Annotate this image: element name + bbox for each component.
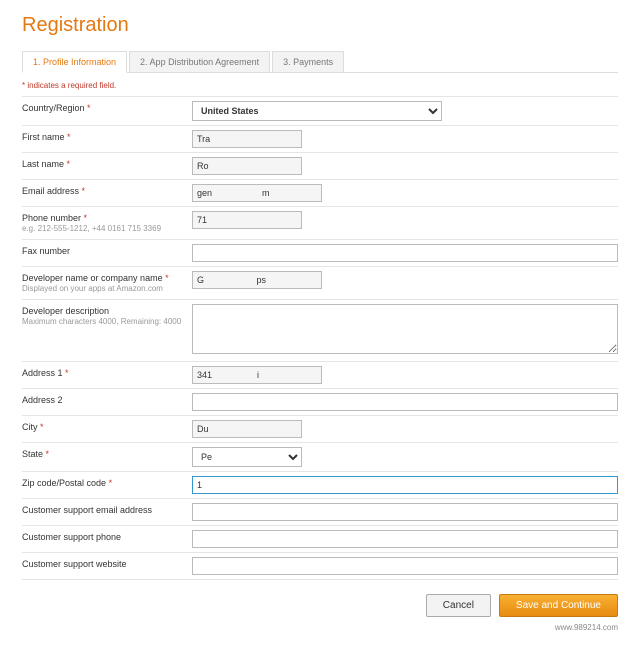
row-country: Country/Region * United States (22, 96, 618, 125)
row-dev-desc: Developer description Maximum characters… (22, 299, 618, 361)
phone-hint: e.g. 212-555-1212, +44 0161 715 3369 (22, 224, 184, 233)
row-address2: Address 2 (22, 388, 618, 415)
address1-input[interactable] (192, 366, 322, 384)
fax-input[interactable] (192, 244, 618, 262)
row-support-phone: Customer support phone (22, 525, 618, 552)
row-support-email: Customer support email address (22, 498, 618, 525)
row-email: Email address * (22, 179, 618, 206)
dev-name-input[interactable] (192, 271, 322, 289)
label-support-web: Customer support website (22, 557, 192, 571)
save-button[interactable]: Save and Continue (499, 594, 618, 617)
label-support-email: Customer support email address (22, 503, 192, 517)
dev-desc-textarea[interactable] (192, 304, 618, 354)
label-phone: Phone number * e.g. 212-555-1212, +44 01… (22, 211, 192, 235)
dev-name-hint: Displayed on your apps at Amazon.com (22, 284, 184, 293)
label-address1: Address 1 * (22, 366, 192, 380)
label-first-name: First name * (22, 130, 192, 144)
row-support-web: Customer support website (22, 552, 618, 580)
label-support-phone: Customer support phone (22, 530, 192, 544)
row-zip: Zip code/Postal code * (22, 471, 618, 498)
tabs: 1. Profile Information 2. App Distributi… (22, 51, 618, 73)
row-last-name: Last name * (22, 152, 618, 179)
row-first-name: First name * (22, 125, 618, 152)
tab-app-distribution-agreement[interactable]: 2. App Distribution Agreement (129, 51, 270, 72)
state-select[interactable]: Pe (192, 447, 302, 467)
address2-input[interactable] (192, 393, 618, 411)
row-city: City * (22, 415, 618, 442)
row-dev-name: Developer name or company name * Display… (22, 266, 618, 299)
label-dev-desc: Developer description Maximum characters… (22, 304, 192, 328)
zip-input[interactable] (192, 476, 618, 494)
support-phone-input[interactable] (192, 530, 618, 548)
label-zip: Zip code/Postal code * (22, 476, 192, 490)
last-name-input[interactable] (192, 157, 302, 175)
phone-input[interactable] (192, 211, 302, 229)
row-address1: Address 1 * (22, 361, 618, 388)
city-input[interactable] (192, 420, 302, 438)
first-name-input[interactable] (192, 130, 302, 148)
row-state: State * Pe (22, 442, 618, 471)
row-fax: Fax number (22, 239, 618, 266)
label-address2: Address 2 (22, 393, 192, 407)
country-select[interactable]: United States (192, 101, 442, 121)
row-phone: Phone number * e.g. 212-555-1212, +44 01… (22, 206, 618, 239)
tab-payments[interactable]: 3. Payments (272, 51, 344, 72)
page-title: Registration (22, 14, 618, 37)
label-state: State * (22, 447, 192, 461)
label-dev-name: Developer name or company name * Display… (22, 271, 192, 295)
label-last-name: Last name * (22, 157, 192, 171)
cancel-button[interactable]: Cancel (426, 594, 491, 617)
footer-link: www.989214.com (22, 623, 618, 632)
label-city: City * (22, 420, 192, 434)
tab-profile-information[interactable]: 1. Profile Information (22, 51, 127, 73)
label-email: Email address * (22, 184, 192, 198)
label-country: Country/Region * (22, 101, 192, 115)
support-web-input[interactable] (192, 557, 618, 575)
required-note: * indicates a required field. (22, 81, 618, 90)
actions-bar: Cancel Save and Continue (22, 594, 618, 617)
label-fax: Fax number (22, 244, 192, 258)
dev-desc-hint: Maximum characters 4000, Remaining: 4000 (22, 317, 184, 326)
email-input[interactable] (192, 184, 322, 202)
